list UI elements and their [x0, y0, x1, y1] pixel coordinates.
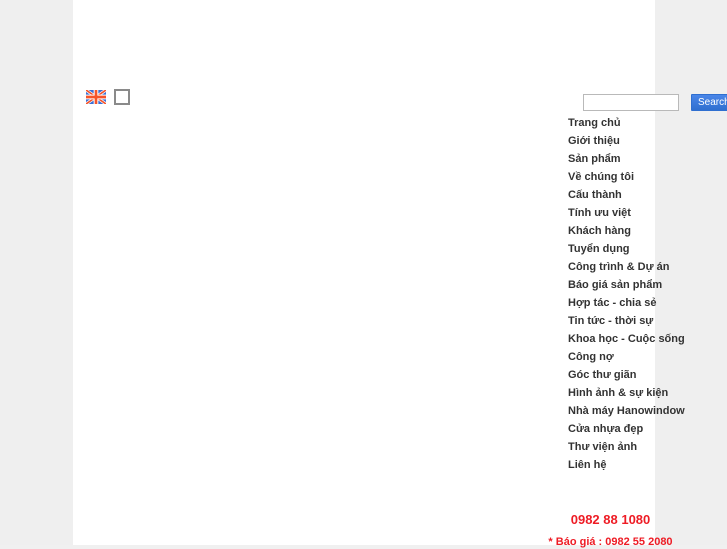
- search-button[interactable]: Search: [691, 94, 727, 111]
- nav-item-hop-tac-chia-se[interactable]: Hợp tác - chia sẻ: [568, 294, 727, 312]
- nav-item-hinh-anh-su-kien[interactable]: Hình ảnh & sự kiện: [568, 384, 727, 402]
- hotline-block: 0982 88 1080 * Báo giá : 0982 55 2080: [493, 512, 727, 549]
- language-bar: [86, 86, 130, 108]
- hotline-number: 0982 88 1080: [570, 512, 651, 527]
- broken-image-placeholder[interactable]: [114, 89, 130, 105]
- nav-item-san-pham[interactable]: Sản phẩm: [568, 150, 727, 168]
- hotline-quote-number: * Báo giá : 0982 55 2080: [548, 536, 673, 548]
- nav-item-goc-thu-gian[interactable]: Góc thư giãn: [568, 366, 727, 384]
- nav-item-thu-vien-anh[interactable]: Thư viện ảnh: [568, 438, 727, 456]
- nav-item-tin-tuc-thoi-su[interactable]: Tin tức - thời sự: [568, 312, 727, 330]
- nav-item-khoa-hoc-cuoc-song[interactable]: Khoa học - Cuộc sống: [568, 330, 727, 348]
- nav-item-tinh-uu-viet[interactable]: Tính ưu việt: [568, 204, 727, 222]
- nav-item-khach-hang[interactable]: Khách hàng: [568, 222, 727, 240]
- main-navigation: Trang chủ Giới thiệu Sản phẩm Về chúng t…: [568, 114, 727, 474]
- search-input[interactable]: [583, 94, 679, 111]
- search-bar: Search: [493, 90, 727, 112]
- nav-item-cong-trinh-du-an[interactable]: Công trình & Dự án: [568, 258, 727, 276]
- nav-item-gioi-thieu[interactable]: Giới thiệu: [568, 132, 727, 150]
- nav-item-bao-gia-san-pham[interactable]: Báo giá sản phẩm: [568, 276, 727, 294]
- nav-item-nha-may-hanowindow[interactable]: Nhà máy Hanowindow: [568, 402, 727, 420]
- uk-flag-icon[interactable]: [86, 90, 106, 104]
- nav-item-cua-nhua-dep[interactable]: Cửa nhựa đẹp: [568, 420, 727, 438]
- nav-item-lien-he[interactable]: Liên hệ: [568, 456, 727, 474]
- right-column: Search Trang chủ Giới thiệu Sản phẩm Về …: [493, 90, 727, 471]
- page-root: Search Trang chủ Giới thiệu Sản phẩm Về …: [0, 0, 727, 548]
- nav-item-ve-chung-toi[interactable]: Về chúng tôi: [568, 168, 727, 186]
- nav-item-cong-no[interactable]: Công nợ: [568, 348, 727, 366]
- banner-area: [73, 0, 655, 84]
- content-panel: Search Trang chủ Giới thiệu Sản phẩm Về …: [73, 0, 727, 548]
- nav-item-trang-chu[interactable]: Trang chủ: [568, 114, 727, 132]
- nav-item-tuyen-dung[interactable]: Tuyển dụng: [568, 240, 727, 258]
- nav-item-cau-thanh[interactable]: Cấu thành: [568, 186, 727, 204]
